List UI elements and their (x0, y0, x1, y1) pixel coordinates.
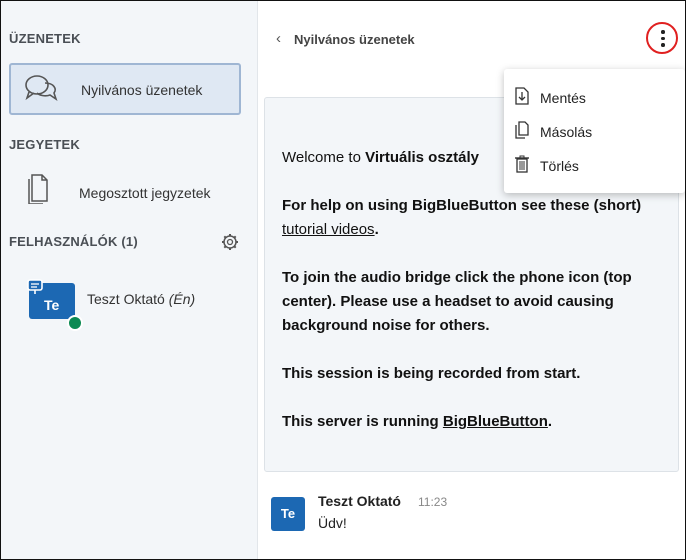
chat-message: Te Teszt Oktató 11:23 Üdv! (266, 487, 676, 547)
users-section-title: FELHASZNÁLÓK (1) (9, 234, 138, 249)
sidebar-item-shared-notes[interactable]: Megosztott jegyzetek (9, 166, 249, 214)
welcome-line-3: To join the audio bridge click the phone… (282, 266, 667, 338)
recording-notice: This session is being recorded from star… (282, 365, 581, 382)
trash-icon (515, 155, 529, 173)
welcome-text: Welcome to (282, 149, 366, 166)
app-window: ÜZENETEK Nyilvános üzenetek JEGYETEK Meg… (0, 0, 686, 560)
chat-options-menu: Mentés Másolás Törlés (504, 69, 685, 193)
server-period: . (547, 413, 553, 430)
gear-icon[interactable] (221, 233, 239, 251)
welcome-line-5: This server is running BigBlueButton. (282, 410, 667, 434)
welcome-line-2: For help on using BigBlueButton see thes… (282, 194, 667, 242)
welcome-line-4: This session is being recorded from star… (282, 362, 667, 386)
notes-section-title: JEGYETEK (9, 137, 80, 152)
messages-section-title: ÜZENETEK (9, 31, 81, 46)
message-avatar: Te (271, 497, 305, 531)
user-name: Teszt Oktató (Én) (87, 291, 195, 307)
chat-header: ‹ Nyilvános üzenetek (258, 1, 685, 71)
chevron-left-icon[interactable]: ‹ (276, 30, 281, 47)
message-text: Üdv! (318, 515, 347, 531)
user-list-item[interactable]: Te Teszt Oktató (Én) (19, 273, 249, 333)
menu-item-delete[interactable]: Törlés (514, 151, 679, 179)
menu-item-copy[interactable]: Másolás (514, 117, 679, 145)
server-text: This server is running (282, 413, 443, 430)
speech-bubbles-icon (25, 75, 58, 101)
document-icon (28, 174, 48, 204)
user-initials: Te (44, 297, 60, 313)
headset-icon (67, 315, 83, 331)
chat-title[interactable]: Nyilvános üzenetek (294, 32, 415, 47)
message-author: Teszt Oktató (318, 493, 401, 509)
help-text: For help on using BigBlueButton see thes… (282, 197, 642, 214)
save-label: Mentés (540, 90, 586, 106)
sidebar: ÜZENETEK Nyilvános üzenetek JEGYETEK Meg… (1, 1, 258, 559)
help-period: . (374, 221, 379, 238)
copy-icon (515, 121, 529, 139)
message-time: 11:23 (418, 495, 448, 509)
more-options-button[interactable] (646, 22, 678, 54)
vertical-dots-icon (661, 30, 665, 50)
user-name-text: Teszt Oktató (87, 291, 165, 307)
menu-item-save[interactable]: Mentés (514, 83, 679, 111)
public-chat-label: Nyilvános üzenetek (81, 82, 203, 98)
delete-label: Törlés (540, 158, 579, 174)
shared-notes-label: Megosztott jegyzetek (79, 185, 211, 201)
welcome-room-name: Virtuális osztály (365, 149, 480, 166)
user-avatar: Te (27, 279, 83, 331)
sidebar-item-public-chat[interactable]: Nyilvános üzenetek (9, 63, 241, 115)
presenter-screen-icon (27, 279, 43, 294)
download-file-icon (515, 87, 529, 105)
user-self-tag: (Én) (168, 291, 196, 307)
bigbluebutton-link[interactable]: BigBlueButton (443, 413, 548, 430)
tutorial-videos-link[interactable]: tutorial videos (282, 221, 375, 238)
copy-label: Másolás (540, 124, 593, 140)
